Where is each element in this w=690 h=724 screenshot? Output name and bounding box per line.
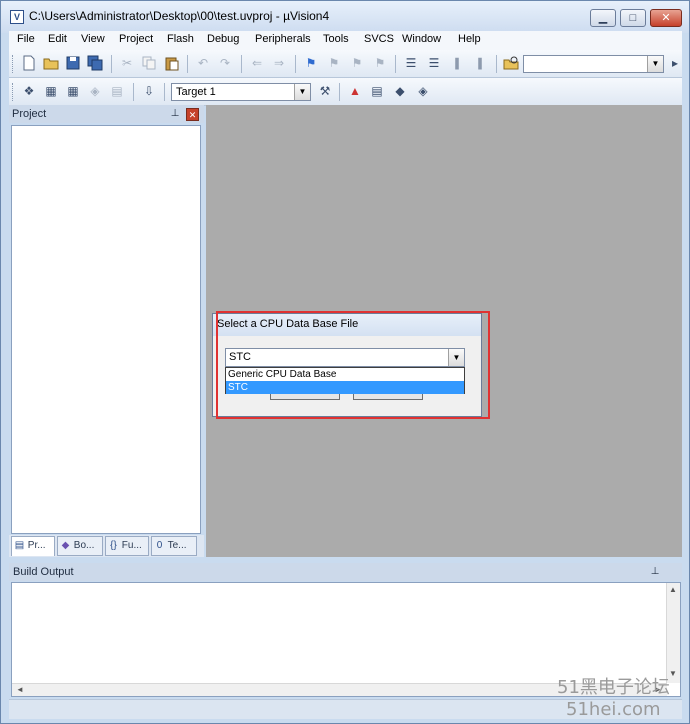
download-icon[interactable]: ⇩ — [141, 83, 157, 99]
tab-label: Pr... — [27, 540, 46, 551]
tab-books[interactable]: ◆ Bo... — [57, 536, 103, 556]
target-select-value: Target 1 — [176, 86, 216, 98]
watermark-url: 51hei.com — [566, 699, 661, 720]
window-title: C:\Users\Administrator\Desktop\00\test.u… — [29, 9, 330, 23]
tab-label: Te... — [167, 540, 187, 551]
prev-bookmark-icon[interactable]: ⚑ — [326, 55, 342, 71]
clear-bookmarks-icon[interactable]: ⚑ — [372, 55, 388, 71]
build-output-header: Build Output ⊥ — [9, 563, 682, 581]
minimize-button[interactable]: ▁ — [590, 9, 616, 27]
nav-forward-icon[interactable]: ⇒ — [271, 55, 287, 71]
unindent-icon[interactable]: ☰ — [426, 55, 442, 71]
uvision-app-icon: V — [10, 10, 24, 24]
new-file-icon[interactable] — [21, 55, 37, 71]
menu-help[interactable]: Help — [458, 33, 481, 45]
toolbar-separator — [111, 55, 112, 73]
toolbar-separator — [295, 55, 296, 73]
paste-icon[interactable] — [164, 55, 180, 71]
watermark-text: 51黑电子论坛 — [557, 677, 670, 698]
tab-project[interactable]: ▤ Pr... — [11, 536, 55, 556]
menu-tools[interactable]: Tools — [323, 33, 349, 45]
toolbar-separator — [496, 55, 497, 73]
save-all-icon[interactable] — [87, 55, 103, 71]
menu-debug[interactable]: Debug — [207, 33, 239, 45]
menu-view[interactable]: View — [81, 33, 105, 45]
manage-environment-icon[interactable]: ◆ — [392, 83, 408, 99]
menu-file[interactable]: File — [17, 33, 35, 45]
books-tab-icon: ◆ — [61, 540, 70, 551]
nav-back-icon[interactable]: ⇐ — [249, 55, 265, 71]
menu-edit[interactable]: Edit — [48, 33, 67, 45]
bookmark-icon[interactable]: ⚑ — [303, 55, 319, 71]
toolbar-separator — [339, 83, 340, 101]
project-tab-icon: ▤ — [14, 540, 25, 551]
project-panel-tabs: ▤ Pr... ◆ Bo... {} Fu... 0 Te... — [9, 535, 204, 557]
build-output-title: Build Output — [13, 566, 74, 578]
save-icon[interactable] — [65, 55, 81, 71]
cut-icon[interactable]: ✂ — [119, 55, 135, 71]
target-options-icon[interactable]: ⚒ — [317, 83, 333, 99]
redo-icon[interactable]: ↷ — [217, 55, 233, 71]
toolbar-separator — [164, 83, 165, 101]
panel-close-icon[interactable]: ✕ — [186, 108, 199, 121]
project-panel-title: Project — [12, 108, 47, 120]
maximize-button[interactable]: □ — [620, 9, 646, 27]
scroll-left-icon[interactable]: ◄ — [14, 685, 26, 694]
find-in-files-icon[interactable] — [503, 55, 519, 71]
manage-components-icon[interactable]: ▲ — [347, 83, 363, 99]
menu-window[interactable]: Window — [402, 33, 441, 45]
highlight-annotation — [216, 311, 490, 419]
toolbar-separator — [187, 55, 188, 73]
stop-build-icon[interactable]: ▤ — [109, 83, 125, 99]
undo-icon[interactable]: ↶ — [195, 55, 211, 71]
project-panel-header: Project ⊥ ✕ — [9, 105, 204, 123]
chevron-down-icon[interactable]: ▼ — [294, 84, 310, 100]
toolbar-separator — [133, 83, 134, 101]
scroll-up-icon[interactable]: ▲ — [667, 585, 679, 594]
menu-svcs[interactable]: SVCS — [364, 33, 394, 45]
project-tree[interactable] — [11, 125, 201, 534]
find-combo[interactable]: ▼ — [523, 55, 664, 73]
main-window: V C:\Users\Administrator\Desktop\00\test… — [0, 0, 690, 724]
templates-tab-icon: 0 — [156, 540, 163, 551]
batch-build-icon[interactable]: ◈ — [87, 83, 103, 99]
copy-icon[interactable] — [141, 55, 157, 71]
target-select[interactable]: Target 1 ▼ — [171, 83, 311, 101]
uncomment-icon[interactable]: ∥ — [472, 55, 488, 71]
functions-tab-icon: {} — [110, 540, 117, 551]
toolbar-grip[interactable] — [12, 83, 15, 101]
select-packs-icon[interactable]: ▤ — [369, 83, 385, 99]
tab-functions[interactable]: {} Fu... — [105, 536, 149, 556]
build-icon[interactable]: ▦ — [43, 83, 59, 99]
indent-icon[interactable]: ☰ — [403, 55, 419, 71]
tab-label: Bo... — [73, 540, 95, 551]
file-toolbar: ✂ ↶ ↷ ⇐ ⇒ ⚑ ⚑ ⚑ ⚑ ☰ ☰ ∥ ∥ ▼ ▸ — [9, 50, 682, 78]
title-bar[interactable]: V C:\Users\Administrator\Desktop\00\test… — [1, 1, 689, 33]
menu-peripherals[interactable]: Peripherals — [255, 33, 311, 45]
find-icon[interactable]: ▸ — [667, 55, 683, 71]
tab-templates[interactable]: 0 Te... — [151, 536, 197, 556]
toolbar-separator — [395, 55, 396, 73]
rebuild-icon[interactable]: ▦ — [65, 83, 81, 99]
toolbar-separator — [241, 55, 242, 73]
next-bookmark-icon[interactable]: ⚑ — [349, 55, 365, 71]
pin-icon[interactable]: ⊥ — [169, 108, 181, 120]
comment-icon[interactable]: ∥ — [449, 55, 465, 71]
build-toolbar: ❖ ▦ ▦ ◈ ▤ ⇩ Target 1 ▼ ⚒ ▲ ▤ ◆ ◈ — [9, 78, 682, 106]
vertical-scrollbar[interactable]: ▲ ▼ — [666, 583, 680, 683]
open-folder-icon[interactable] — [43, 55, 59, 71]
pin-icon[interactable]: ⊥ — [649, 566, 661, 578]
close-button[interactable]: ✕ — [650, 9, 682, 27]
menu-flash[interactable]: Flash — [167, 33, 194, 45]
menu-bar: File Edit View Project Flash Debug Perip… — [9, 31, 682, 50]
chevron-down-icon[interactable]: ▼ — [647, 56, 663, 72]
menu-project[interactable]: Project — [119, 33, 153, 45]
toolbar-grip[interactable] — [12, 55, 15, 73]
tab-label: Fu... — [121, 540, 142, 551]
translate-icon[interactable]: ❖ — [21, 83, 37, 99]
manage-runtime-icon[interactable]: ◈ — [415, 83, 431, 99]
